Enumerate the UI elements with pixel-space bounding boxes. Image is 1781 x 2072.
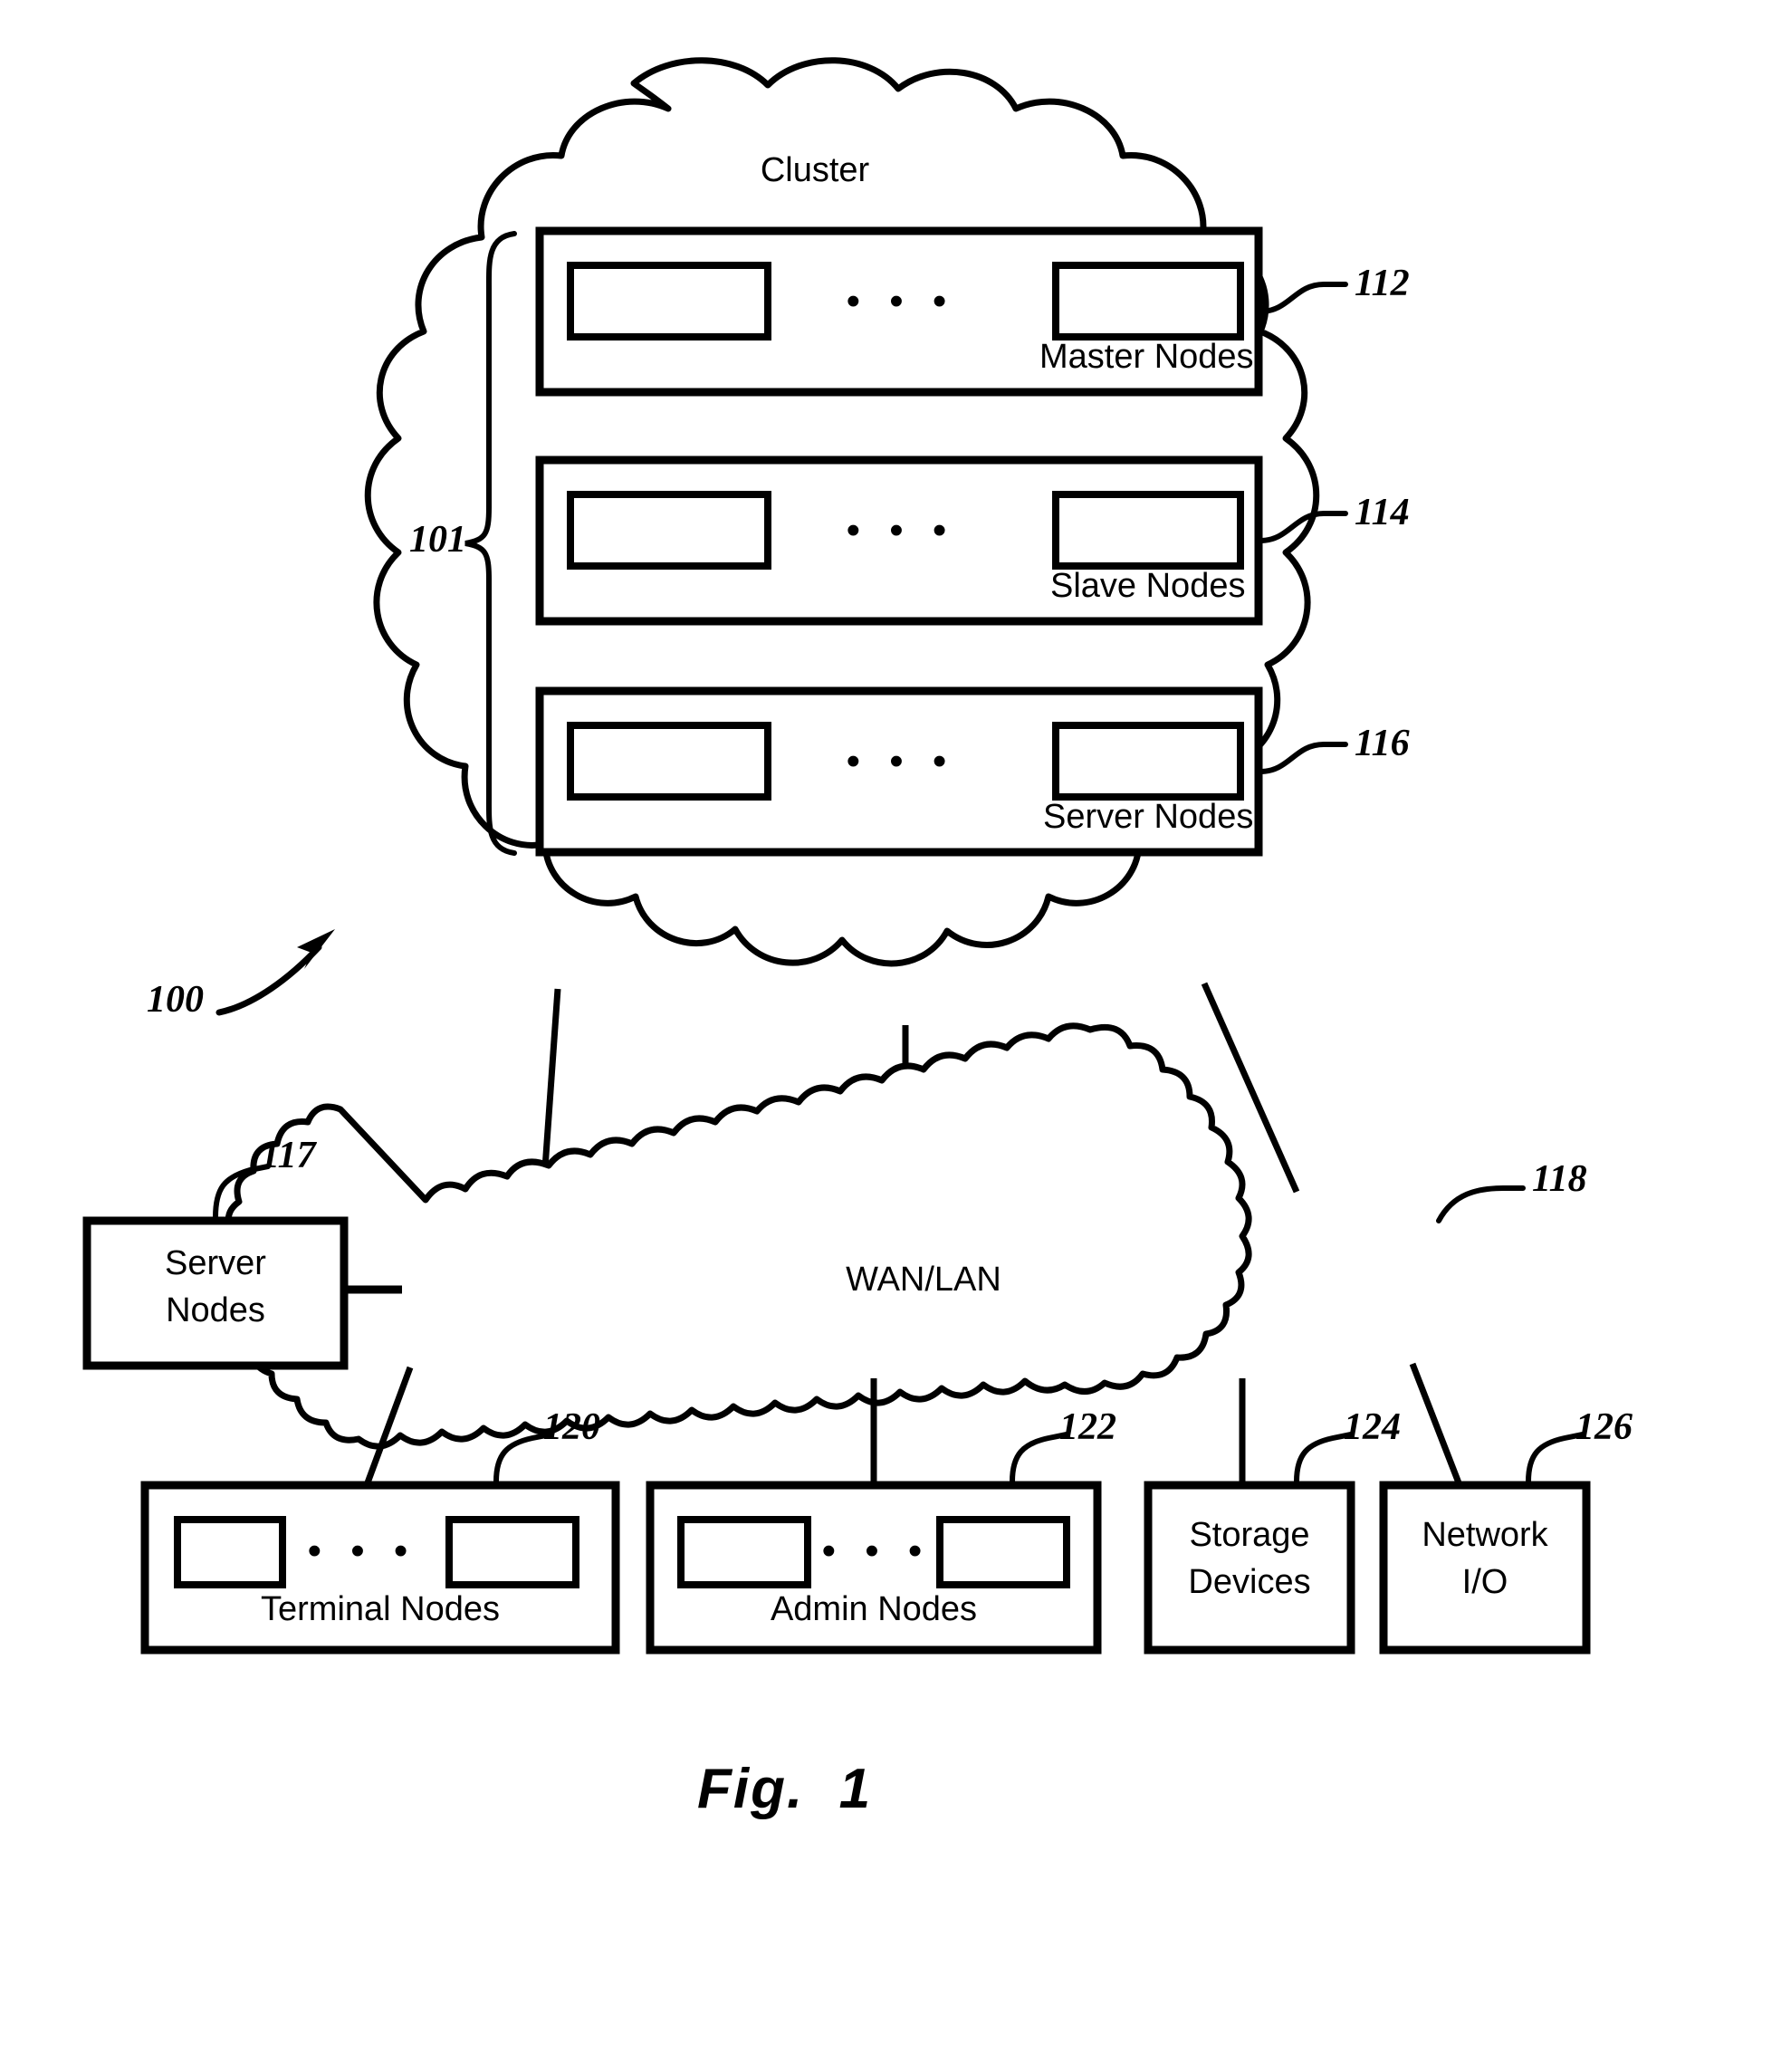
system-ref-arrow [215,944,322,1016]
slave-node-unit-last [1052,491,1244,570]
cluster-server-node-unit-last [1052,722,1244,801]
leader-126 [1526,1432,1585,1484]
figure-caption: Fig. 1 [697,1758,873,1820]
wan-lan-cloud-outline [222,1022,1252,1450]
terminal-nodes-label: Terminal Nodes [261,1590,500,1628]
leader-122 [1010,1432,1069,1484]
leader-124 [1294,1432,1354,1484]
slave-nodes-label: Slave Nodes [1050,567,1246,605]
slave-nodes-ellipsis: • • • [846,508,956,552]
cluster-title: Cluster [760,151,870,189]
master-nodes-ellipsis: • • • [846,279,956,323]
peripheral-server-nodes-line2: Nodes [166,1291,265,1329]
leader-118 [1436,1185,1526,1223]
network-io-line1: Network [1422,1516,1548,1554]
master-node-unit-last [1052,262,1244,341]
master-nodes-label: Master Nodes [1039,338,1254,376]
ref-118: 118 [1532,1158,1587,1200]
admin-nodes-ellipsis: • • • [821,1529,932,1573]
terminal-node-unit-first [174,1516,286,1588]
ref-126: 126 [1575,1406,1633,1448]
ref-124: 124 [1344,1406,1401,1448]
ref-120: 120 [543,1406,600,1448]
admin-node-unit-last [936,1516,1070,1588]
admin-nodes-label: Admin Nodes [770,1590,978,1628]
cluster-server-nodes-ellipsis: • • • [846,739,956,783]
ref-112: 112 [1355,263,1410,304]
admin-node-unit-first [677,1516,811,1588]
ref-122: 122 [1059,1406,1116,1448]
master-node-unit-first [567,262,771,341]
connector-network-io [1409,1362,1463,1487]
network-io-line2: I/O [1461,1563,1508,1601]
patent-figure: Cluster 101 100 • • • Master Nodes 112 •… [0,0,1781,2072]
ref-116: 116 [1355,723,1410,764]
leader-120 [493,1432,553,1484]
leader-116 [1258,742,1348,774]
ref-100: 100 [147,979,204,1021]
storage-devices-line2: Devices [1188,1563,1311,1601]
wan-lan-label: WAN/LAN [846,1261,1001,1299]
cluster-server-node-unit-first [567,722,771,801]
storage-devices-line1: Storage [1189,1516,1310,1554]
peripheral-server-nodes-line1: Server [165,1244,266,1282]
terminal-nodes-ellipsis: • • • [307,1529,417,1573]
terminal-node-unit-last [445,1516,579,1588]
cluster-server-nodes-label: Server Nodes [1043,798,1254,836]
slave-node-unit-first [567,491,771,570]
ref-101: 101 [409,519,466,561]
leader-112 [1258,282,1348,314]
ref-114: 114 [1355,492,1410,533]
ref-117: 117 [261,1135,316,1176]
